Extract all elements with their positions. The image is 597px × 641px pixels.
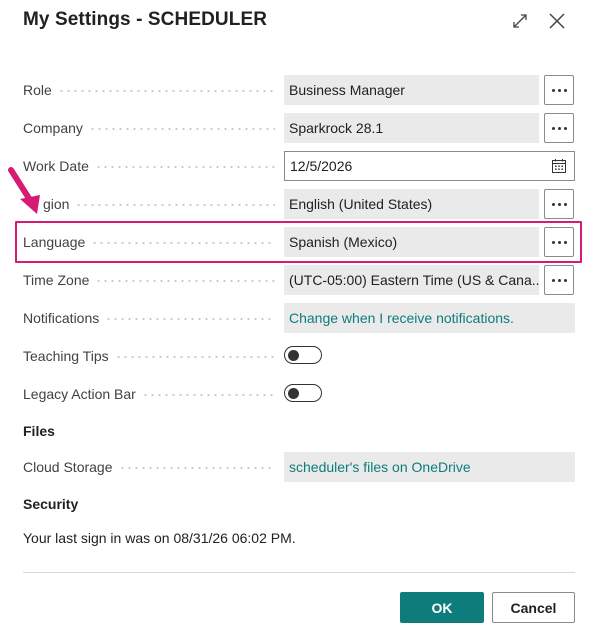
dot-leader: [118, 467, 275, 469]
footer-divider: [23, 572, 575, 573]
time-zone-lookup-button[interactable]: [544, 265, 574, 295]
dot-leader: [95, 280, 275, 282]
legacy-action-bar-row: Legacy Action Bar: [23, 379, 575, 409]
region-field[interactable]: English (United States): [284, 189, 539, 219]
teaching-tips-label: Teaching Tips: [23, 348, 115, 364]
company-field[interactable]: Sparkrock 28.1: [284, 113, 539, 143]
company-lookup-button[interactable]: [544, 113, 574, 143]
legacy-action-bar-label: Legacy Action Bar: [23, 386, 142, 402]
ok-button[interactable]: OK: [400, 592, 484, 623]
cloud-storage-label: Cloud Storage: [23, 459, 119, 475]
cloud-storage-link[interactable]: scheduler's files on OneDrive: [284, 452, 575, 482]
cloud-storage-row: Cloud Storage scheduler's files on OneDr…: [23, 452, 575, 482]
work-date-row: Work Date 12/5/2026: [23, 151, 575, 181]
work-date-field[interactable]: 12/5/2026: [284, 151, 575, 181]
teaching-tips-row: Teaching Tips: [23, 341, 575, 371]
dot-leader: [88, 128, 275, 130]
dot-leader: [75, 204, 275, 206]
company-label: Company: [23, 120, 89, 136]
dot-leader: [105, 318, 275, 320]
calendar-icon[interactable]: [551, 158, 567, 174]
time-zone-label: Time Zone: [23, 272, 96, 288]
dialog-title: My Settings - SCHEDULER: [23, 9, 268, 30]
pointer-arrow-icon: [8, 167, 40, 214]
cancel-button[interactable]: Cancel: [492, 592, 575, 623]
close-icon[interactable]: [546, 10, 568, 32]
region-lookup-button[interactable]: [544, 189, 574, 219]
expand-icon[interactable]: [509, 10, 531, 32]
teaching-tips-toggle[interactable]: [284, 346, 322, 364]
work-date-value: 12/5/2026: [290, 158, 353, 174]
region-row: gion English (United States): [23, 189, 575, 219]
time-zone-row: Time Zone (UTC-05:00) Eastern Time (US &…: [23, 265, 575, 295]
time-zone-field[interactable]: (UTC-05:00) Eastern Time (US & Cana...: [284, 265, 539, 295]
legacy-action-bar-toggle[interactable]: [284, 384, 322, 402]
security-heading: Security: [23, 496, 79, 512]
dot-leader: [94, 166, 275, 168]
company-row: Company Sparkrock 28.1: [23, 113, 575, 143]
toggle-knob: [288, 350, 299, 361]
role-field[interactable]: Business Manager: [284, 75, 539, 105]
dot-leader: [141, 394, 275, 396]
role-lookup-button[interactable]: [544, 75, 574, 105]
files-heading: Files: [23, 423, 55, 439]
role-row: Role Business Manager: [23, 75, 575, 105]
role-label: Role: [23, 82, 58, 98]
dot-leader: [114, 356, 275, 358]
language-highlight-box: [15, 221, 582, 263]
notifications-row: Notifications Change when I receive noti…: [23, 303, 575, 333]
notifications-label: Notifications: [23, 310, 106, 326]
toggle-knob: [288, 388, 299, 399]
last-sign-in-text: Your last sign in was on 08/31/26 06:02 …: [23, 530, 296, 546]
dot-leader: [57, 90, 275, 92]
notifications-link[interactable]: Change when I receive notifications.: [284, 303, 575, 333]
